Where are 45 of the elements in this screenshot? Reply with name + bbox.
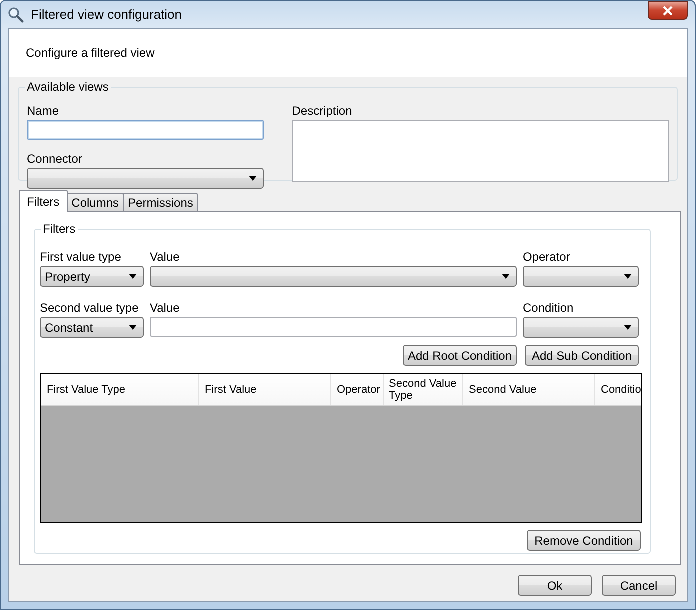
field-label: Value	[150, 250, 181, 264]
close-icon	[662, 6, 674, 16]
group-title: Filters	[41, 222, 78, 236]
tab[interactable]: Columns	[66, 193, 124, 211]
window-title: Filtered view configuration	[31, 6, 182, 24]
remove-condition-button[interactable]: Remove Condition	[527, 530, 641, 551]
group-title: Available views	[25, 80, 111, 94]
field-label: Second value type	[40, 301, 140, 315]
add-condition-button[interactable]: Add Root Condition	[403, 345, 517, 366]
tab[interactable]: Permissions	[123, 193, 198, 211]
close-button[interactable]	[648, 1, 688, 20]
caret-icon	[249, 176, 258, 181]
dropdown[interactable]	[150, 266, 517, 287]
name-field[interactable]	[27, 120, 264, 140]
field-label: Value	[150, 301, 181, 315]
dropdown[interactable]	[523, 266, 639, 287]
caret-icon	[624, 325, 632, 330]
dialog-button[interactable]: Cancel	[602, 575, 676, 596]
caret-icon	[129, 325, 137, 330]
connector-dropdown[interactable]	[27, 168, 264, 189]
field-label: Description	[292, 104, 354, 118]
field-label: Condition	[523, 301, 575, 315]
caret-icon	[502, 274, 510, 279]
add-condition-button[interactable]: Add Sub Condition	[525, 345, 639, 366]
dialog-button[interactable]: Ok	[518, 575, 592, 596]
field-label: First value type	[40, 250, 122, 264]
header-text: Configure a filtered view	[26, 45, 155, 62]
value-field[interactable]	[150, 317, 517, 337]
field-label: Operator	[523, 250, 572, 264]
caret-icon	[624, 274, 632, 279]
column-header: Second Value Type	[384, 374, 463, 405]
field-label: Name	[27, 104, 60, 118]
column-header: Conditio	[595, 374, 641, 405]
column-header: First Value	[199, 374, 331, 405]
column-header: First Value Type	[41, 374, 199, 405]
dropdown[interactable]	[523, 317, 639, 338]
tab[interactable]: Filters	[19, 190, 68, 212]
dropdown[interactable]: Constant	[40, 317, 144, 338]
column-header: Operator	[331, 374, 384, 405]
caret-icon	[129, 274, 137, 279]
dropdown[interactable]: Property	[40, 266, 144, 287]
description-field[interactable]	[292, 120, 669, 182]
search-icon	[8, 6, 24, 22]
column-header: Second Value	[463, 374, 595, 405]
field-label: Connector	[27, 152, 84, 166]
